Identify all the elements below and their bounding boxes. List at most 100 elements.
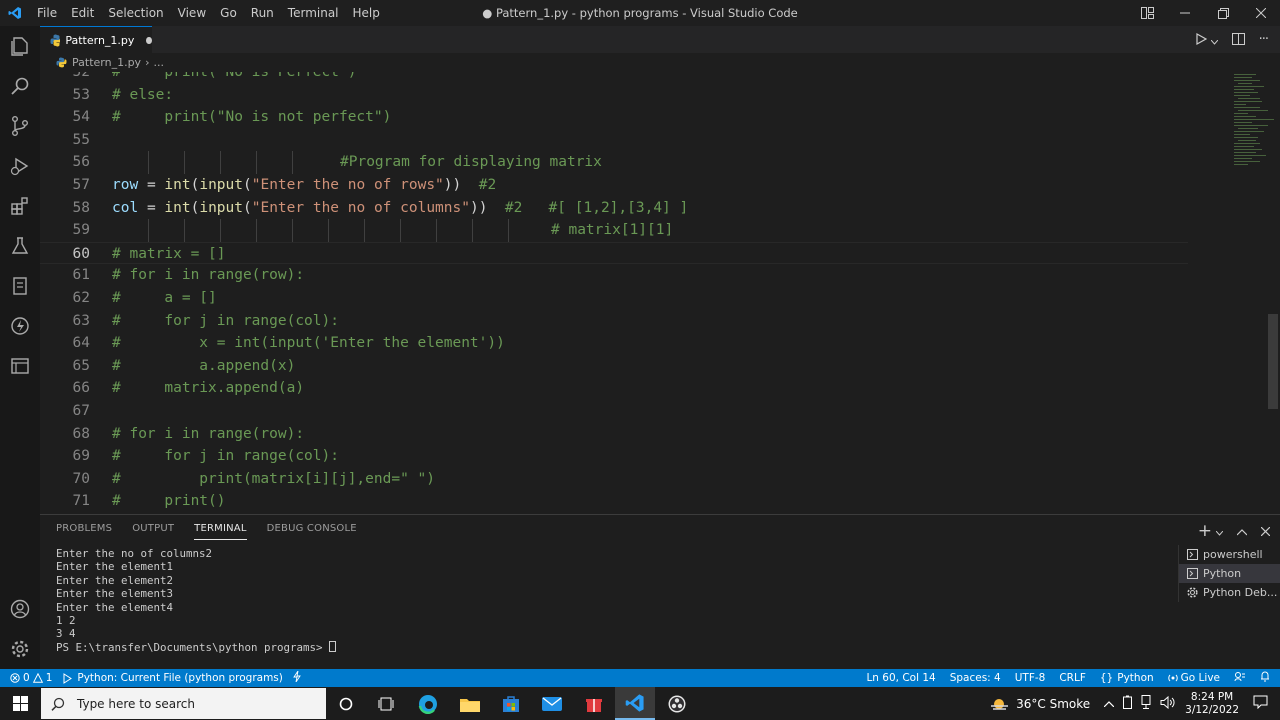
run-debug-icon[interactable] [0, 146, 40, 186]
show-hidden-icons-chevron-icon[interactable] [1103, 697, 1115, 710]
code-line[interactable]: 57 row = int(input("Enter the no of rows"… [40, 174, 1188, 197]
run-dropdown-chevron-icon[interactable] [1210, 30, 1218, 49]
network-icon[interactable] [1141, 695, 1151, 712]
code-editor[interactable]: 52 # print("No is Perfect") 53 # else: 54 # p… [40, 72, 1280, 514]
code-line[interactable]: 68 # for i in range(row): [40, 423, 1188, 446]
obs-studio-icon[interactable] [657, 687, 697, 720]
menu-selection[interactable]: Selection [101, 0, 170, 26]
source-control-icon[interactable] [0, 106, 40, 146]
menu-go[interactable]: Go [213, 0, 244, 26]
feedback-icon[interactable] [1234, 671, 1246, 685]
close-panel-icon[interactable] [1260, 521, 1271, 540]
indentation[interactable]: Spaces: 4 [950, 672, 1001, 684]
thunder-icon[interactable] [0, 306, 40, 346]
terminal-line: 1 2 [56, 614, 76, 628]
code-line[interactable]: 71 # print() [40, 490, 1188, 513]
battery-icon[interactable] [1123, 695, 1133, 712]
minimap[interactable] [1228, 72, 1280, 514]
go-live-button[interactable]: Go Live [1167, 672, 1220, 684]
code-line[interactable]: 60 # matrix = [] [40, 241, 1188, 265]
lightning-icon[interactable] [293, 670, 301, 685]
edge-browser-icon[interactable] [408, 687, 448, 720]
code-line[interactable]: 70 # print(matrix[i][j],end=" ") [40, 468, 1188, 491]
menu-view[interactable]: View [171, 0, 213, 26]
maximize-icon[interactable] [1204, 0, 1242, 26]
new-terminal-icon[interactable]: + [1198, 522, 1212, 539]
language-mode[interactable]: {} Python [1100, 672, 1154, 684]
mail-icon[interactable] [532, 687, 572, 720]
file-explorer-icon[interactable] [450, 687, 490, 720]
code-line[interactable]: 52 # print("No is Perfect") [40, 72, 1188, 84]
vscode-taskbar-icon[interactable] [615, 687, 655, 720]
gift-app-icon[interactable] [574, 687, 614, 720]
minimize-icon[interactable] [1166, 0, 1204, 26]
menu-run[interactable]: Run [244, 0, 281, 26]
code-line[interactable]: 54 # print("No is not perfect") [40, 106, 1188, 129]
menu-terminal[interactable]: Terminal [281, 0, 346, 26]
explorer-icon[interactable] [0, 26, 40, 66]
terminal-dropdown-chevron-icon[interactable] [1215, 521, 1224, 540]
layout-icon[interactable] [1128, 0, 1166, 26]
terminal-output[interactable]: Enter the no of columns2 Enter the elemen… [56, 547, 1166, 654]
notification-center-icon[interactable] [1253, 695, 1268, 712]
weather-widget[interactable]: 36°C Smoke [990, 697, 1090, 711]
account-icon[interactable] [0, 589, 40, 629]
remote-explorer-icon[interactable] [0, 346, 40, 386]
menu-help[interactable]: Help [346, 0, 387, 26]
volume-icon[interactable] [1160, 695, 1175, 712]
cortana-icon[interactable] [326, 687, 366, 720]
taskbar-search-box[interactable]: Type here to search [41, 688, 326, 719]
encoding[interactable]: UTF-8 [1015, 672, 1046, 684]
menu-edit[interactable]: Edit [64, 0, 101, 26]
search-icon[interactable] [0, 66, 40, 106]
editor-scrollbar[interactable] [1268, 314, 1278, 409]
cursor-position[interactable]: Ln 60, Col 14 [866, 672, 935, 684]
terminal-item-powershell[interactable]: powershell [1179, 545, 1280, 564]
code-line[interactable]: 66 # matrix.append(a) [40, 377, 1188, 400]
code-line[interactable]: 61 # for i in range(row): [40, 264, 1188, 287]
notebook-icon[interactable] [0, 266, 40, 306]
split-editor-icon[interactable] [1231, 30, 1245, 49]
code-line[interactable]: 53 # else: [40, 84, 1188, 107]
problems-status[interactable]: 0 1 [10, 672, 52, 684]
maximize-panel-icon[interactable] [1236, 521, 1248, 540]
tab-debug-console[interactable]: DEBUG CONSOLE [267, 523, 357, 540]
unsaved-dot-icon[interactable] [146, 36, 152, 44]
settings-gear-icon[interactable] [0, 629, 40, 669]
code-line[interactable]: 62 # a = [] [40, 287, 1188, 310]
python-interpreter-status[interactable]: Python: Current File (python programs) [62, 672, 283, 684]
tab-pattern-1[interactable]: Pattern_1.py [40, 26, 152, 53]
run-python-file-icon[interactable] [1195, 30, 1207, 49]
more-actions-icon[interactable]: ··· [1259, 32, 1269, 47]
tab-terminal[interactable]: TERMINAL [194, 523, 247, 540]
windows-start-icon[interactable] [0, 687, 40, 720]
tab-problems[interactable]: PROBLEMS [56, 523, 112, 540]
code-text: col = int(input("Enter the no of columns… [112, 199, 689, 216]
go-live-label: Go Live [1180, 672, 1220, 684]
terminal-item-python-debug[interactable]: Python Deb... [1179, 583, 1280, 602]
notifications-bell-icon[interactable] [1260, 671, 1270, 685]
code-line[interactable]: 59 # matrix[1][1] [40, 219, 1188, 242]
testing-icon[interactable] [0, 226, 40, 266]
breadcrumb-more[interactable]: ... [153, 56, 164, 69]
code-line[interactable]: 56 #Program for displaying matrix [40, 151, 1188, 174]
end-of-line[interactable]: CRLF [1059, 672, 1086, 684]
code-line[interactable]: 55 [40, 129, 1188, 152]
code-line[interactable]: 69 # for j in range(col): [40, 445, 1188, 468]
task-view-icon[interactable] [366, 687, 406, 720]
indent-guide [436, 219, 437, 242]
code-line[interactable]: 64 # x = int(input('Enter the element')) [40, 332, 1188, 355]
code-line[interactable]: 65 # a.append(x) [40, 355, 1188, 378]
menu-file[interactable]: File [30, 0, 64, 26]
code-line[interactable]: 67 [40, 400, 1188, 423]
tab-output[interactable]: OUTPUT [132, 523, 174, 540]
clock[interactable]: 8:24 PM 3/12/2022 [1185, 691, 1239, 717]
line-number: 68 [72, 425, 90, 442]
code-line[interactable]: 63 # for j in range(col): [40, 310, 1188, 333]
close-icon[interactable] [1242, 0, 1280, 26]
microsoft-store-icon[interactable] [491, 687, 531, 720]
terminal-item-python[interactable]: Python [1179, 564, 1280, 583]
extensions-icon[interactable] [0, 186, 40, 226]
code-line[interactable]: 58 col = int(input("Enter the no of colum… [40, 197, 1188, 220]
breadcrumb-file[interactable]: Pattern_1.py [72, 56, 141, 69]
